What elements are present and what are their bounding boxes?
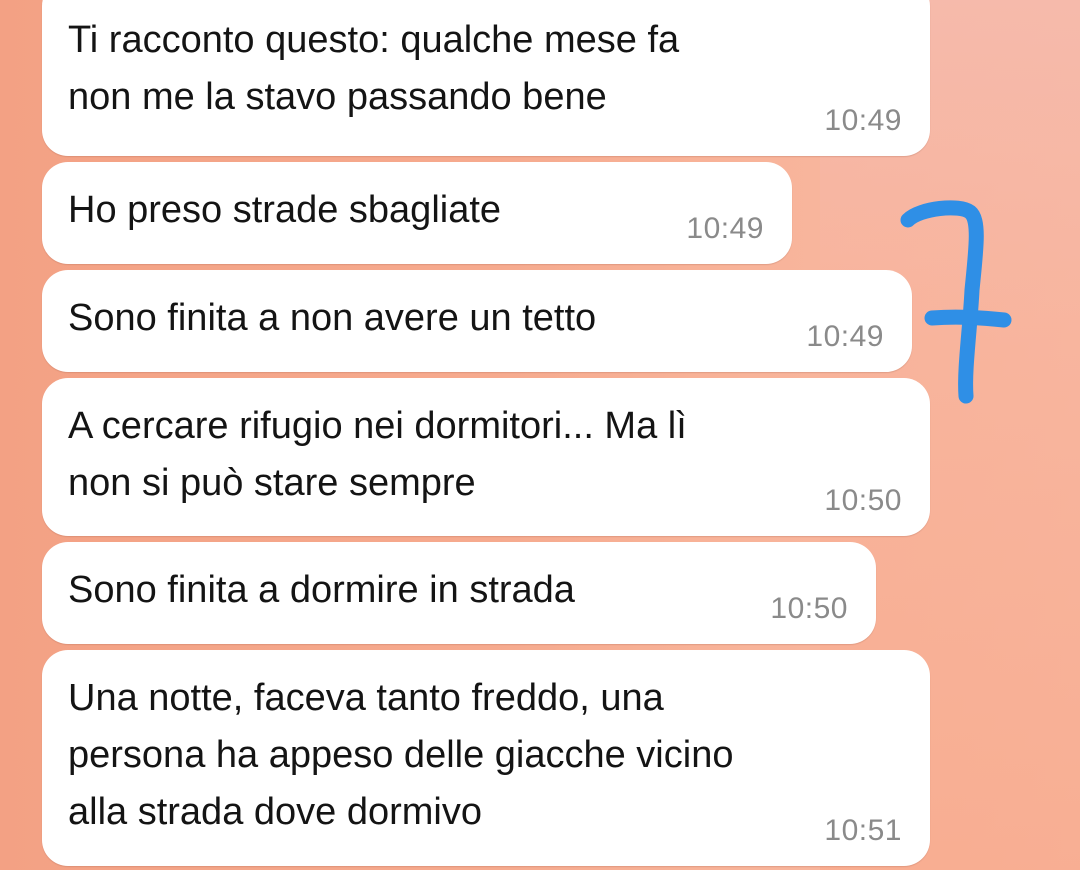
message-timestamp: 10:51 <box>824 814 902 847</box>
message-timestamp: 10:50 <box>770 592 848 625</box>
message-bubble[interactable]: Ti racconto questo: qualche mese fa non … <box>42 0 930 156</box>
message-timestamp: 10:49 <box>686 212 764 245</box>
message-bubble[interactable]: Sono finita a dormire in strada 10:50 <box>42 542 876 644</box>
message-timestamp: 10:49 <box>824 104 902 137</box>
chat-message-list[interactable]: Ti racconto questo: qualche mese fa non … <box>0 0 1080 870</box>
message-bubble[interactable]: A cercare rifugio nei dormitori... Ma lì… <box>42 378 930 536</box>
message-text: Una notte, faceva tanto freddo, una pers… <box>68 677 734 833</box>
handwritten-seven-annotation <box>900 200 1012 404</box>
message-text: Ho preso strade sbagliate <box>68 189 502 231</box>
message-text: Sono finita a dormire in strada <box>68 569 575 611</box>
message-bubble[interactable]: Ho preso strade sbagliate 10:49 <box>42 162 792 264</box>
message-text: Sono finita a non avere un tetto <box>68 297 597 339</box>
message-text: A cercare rifugio nei dormitori... Ma lì… <box>68 405 687 504</box>
message-timestamp: 10:50 <box>824 484 902 517</box>
message-text: Ti racconto questo: qualche mese fa non … <box>68 19 680 118</box>
message-bubble[interactable]: Una notte, faceva tanto freddo, una pers… <box>42 650 930 866</box>
message-timestamp: 10:49 <box>806 320 884 353</box>
message-bubble[interactable]: Sono finita a non avere un tetto 10:49 <box>42 270 912 372</box>
